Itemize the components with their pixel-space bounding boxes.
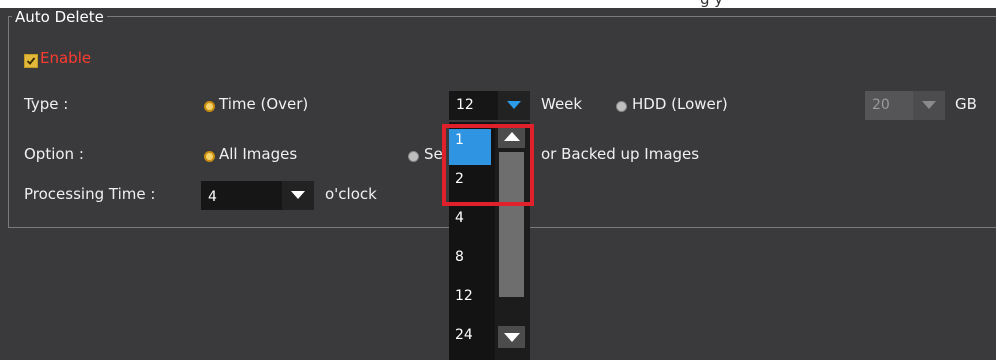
option-label: Option : — [24, 145, 84, 163]
hdd-value: 20 — [872, 97, 890, 113]
selected-images-label[interactable]: Se — [424, 145, 443, 163]
processing-dropdown-button[interactable] — [282, 181, 314, 210]
scroll-down-button[interactable] — [498, 326, 525, 348]
type-label: Type : — [24, 95, 69, 113]
hdd-dropdown-button — [913, 91, 945, 120]
week-unit-label: Week — [541, 95, 583, 113]
chevron-down-icon — [504, 333, 520, 342]
processing-time-value: 4 — [208, 189, 217, 205]
time-over-radio[interactable] — [204, 101, 215, 112]
gb-unit-label: GB — [955, 95, 977, 113]
time-dropdown-button[interactable] — [498, 91, 530, 120]
selected-images-radio[interactable] — [408, 151, 419, 162]
time-over-label[interactable]: Time (Over) — [219, 95, 308, 113]
time-value: 12 — [456, 97, 474, 113]
hdd-lower-label[interactable]: HDD (Lower) — [632, 95, 728, 113]
enable-label[interactable]: Enable — [40, 49, 91, 67]
backed-up-images-label: or Backed up Images — [541, 145, 700, 163]
chevron-down-icon — [922, 101, 936, 109]
hdd-value-select: 20 — [865, 91, 945, 120]
dropdown-option[interactable]: 4 — [449, 207, 491, 243]
chevron-down-icon — [291, 191, 305, 199]
dropdown-option[interactable]: 12 — [449, 285, 491, 321]
time-value-select[interactable]: 12 — [449, 91, 530, 120]
enable-checkbox[interactable] — [24, 54, 38, 68]
all-images-radio[interactable] — [204, 151, 215, 162]
top-strip-text: g y — [700, 0, 723, 8]
all-images-label[interactable]: All Images — [219, 145, 297, 163]
check-icon — [26, 57, 36, 65]
dropdown-option[interactable]: 24 — [449, 324, 491, 360]
highlight-box — [442, 124, 534, 206]
oclock-label: o'clock — [325, 185, 377, 203]
processing-time-label: Processing Time : — [24, 185, 156, 203]
dropdown-option[interactable]: 8 — [449, 246, 491, 282]
processing-time-select[interactable]: 4 — [201, 181, 314, 210]
chevron-down-icon — [507, 101, 521, 109]
top-strip: g y — [0, 0, 996, 8]
hdd-lower-radio[interactable] — [616, 101, 627, 112]
group-title: Auto Delete — [12, 8, 107, 26]
